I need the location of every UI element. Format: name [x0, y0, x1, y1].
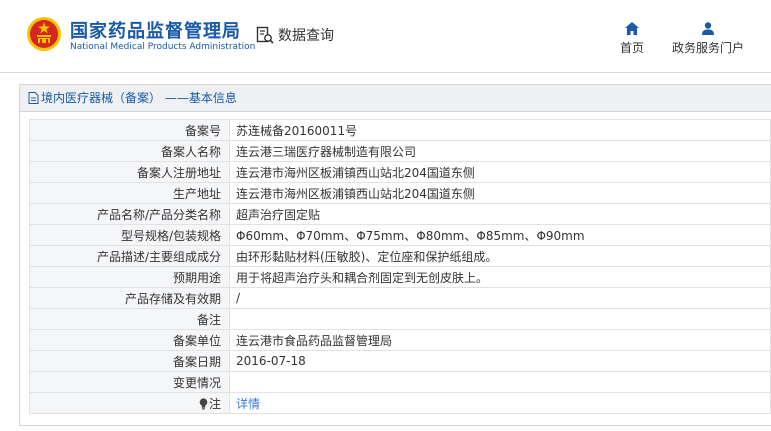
nav-portal-label: 政务服务门户 — [671, 41, 744, 55]
row-value-product-name: 超声治疗固定贴 — [229, 203, 771, 225]
home-icon — [625, 22, 639, 35]
details-link[interactable]: 详情 — [236, 397, 260, 411]
table-row: 备案日期 2016-07-18 — [29, 350, 771, 372]
row-value-filer-name: 连云港三瑞医疗器械制造有限公司 — [229, 140, 771, 162]
nav-home-label: 首页 — [619, 41, 644, 55]
table-row: 备案人注册地址 连云港市海州区板浦镇西山站北204国道东侧 — [29, 161, 771, 183]
table-row: 预期用途 用于将超声治疗头和耦合剂固定到无创皮肤上。 — [29, 266, 771, 288]
record-table: 备案号 苏连械备20160011号 备案人名称 连云港三瑞医疗器械制造有限公司 … — [29, 119, 771, 414]
table-row: 备案单位 连云港市食品药品监督管理局 — [29, 329, 771, 351]
search-document-icon — [256, 26, 274, 44]
row-label-remarks: 备注 — [29, 308, 230, 330]
row-value-filing-date: 2016-07-18 — [229, 350, 771, 372]
row-label-production-address: 生产地址 — [29, 182, 230, 204]
row-value-note: 详情 — [229, 392, 771, 414]
lightbulb-icon — [199, 397, 208, 409]
row-label-filing-unit: 备案单位 — [29, 329, 230, 351]
info-panel: 境内医疗器械（备案） ——基本信息 备案号 苏连械备20160011号 备案人名… — [19, 84, 771, 426]
table-row: 生产地址 连云港市海州区板浦镇西山站北204国道东侧 — [29, 182, 771, 204]
document-icon — [28, 92, 39, 104]
site-header: 国家药品监督管理局 National Medical Products Admi… — [0, 0, 771, 73]
table-row: 备案号 苏连械备20160011号 — [29, 119, 771, 141]
row-value-production-address: 连云港市海州区板浦镇西山站北204国道东侧 — [229, 182, 771, 204]
panel-title: 境内医疗器械（备案） ——基本信息 — [41, 91, 237, 105]
national-emblem-icon — [27, 17, 61, 51]
data-query-label: 数据查询 — [278, 28, 334, 44]
row-label-changes: 变更情况 — [29, 371, 230, 393]
row-label-filer-name: 备案人名称 — [29, 140, 230, 162]
table-row: 型号规格/包装规格 Φ60mm、Φ70mm、Φ75mm、Φ80mm、Φ85mm、… — [29, 224, 771, 246]
row-label-filing-date: 备案日期 — [29, 350, 230, 372]
row-value-filing-unit: 连云港市食品药品监督管理局 — [229, 329, 771, 351]
row-label-storage-validity: 产品存储及有效期 — [29, 287, 230, 309]
note-label: 注 — [208, 396, 221, 411]
row-label-record-number: 备案号 — [29, 119, 230, 141]
row-label-intended-use: 预期用途 — [29, 266, 230, 288]
row-label-model-spec: 型号规格/包装规格 — [29, 224, 230, 246]
table-row: 变更情况 — [29, 371, 771, 393]
table-row: 产品存储及有效期 / — [29, 287, 771, 309]
panel-header: 境内医疗器械（备案） ——基本信息 — [20, 85, 771, 112]
brand-subtitle: National Medical Products Administration — [70, 42, 256, 52]
row-label-product-name: 产品名称/产品分类名称 — [29, 203, 230, 225]
row-value-storage-validity: / — [229, 287, 771, 309]
row-value-registered-address: 连云港市海州区板浦镇西山站北204国道东侧 — [229, 161, 771, 183]
row-label-description: 产品描述/主要组成成分 — [29, 245, 230, 267]
nav-service-portal[interactable]: 政务服务门户 — [670, 22, 746, 56]
row-value-record-number: 苏连械备20160011号 — [229, 119, 771, 141]
row-value-description: 由环形黏贴材料(压敏胶)、定位座和保护纸组成。 — [229, 245, 771, 267]
table-row: 产品描述/主要组成成分 由环形黏贴材料(压敏胶)、定位座和保护纸组成。 — [29, 245, 771, 267]
row-value-intended-use: 用于将超声治疗头和耦合剂固定到无创皮肤上。 — [229, 266, 771, 288]
row-value-remarks — [229, 308, 771, 330]
row-value-model-spec: Φ60mm、Φ70mm、Φ75mm、Φ80mm、Φ85mm、Φ90mm — [229, 224, 771, 246]
user-icon — [702, 22, 714, 35]
table-row: 备注 — [29, 308, 771, 330]
nav-home[interactable]: 首页 — [617, 22, 647, 56]
row-label-registered-address: 备案人注册地址 — [29, 161, 230, 183]
data-query-link[interactable]: 数据查询 — [256, 25, 334, 45]
table-row: 产品名称/产品分类名称 超声治疗固定贴 — [29, 203, 771, 225]
brand-title: 国家药品监督管理局 — [70, 21, 241, 42]
table-row: 注 详情 — [29, 392, 771, 414]
table-row: 备案人名称 连云港三瑞医疗器械制造有限公司 — [29, 140, 771, 162]
row-value-changes — [229, 371, 771, 393]
row-label-note: 注 — [29, 392, 230, 414]
